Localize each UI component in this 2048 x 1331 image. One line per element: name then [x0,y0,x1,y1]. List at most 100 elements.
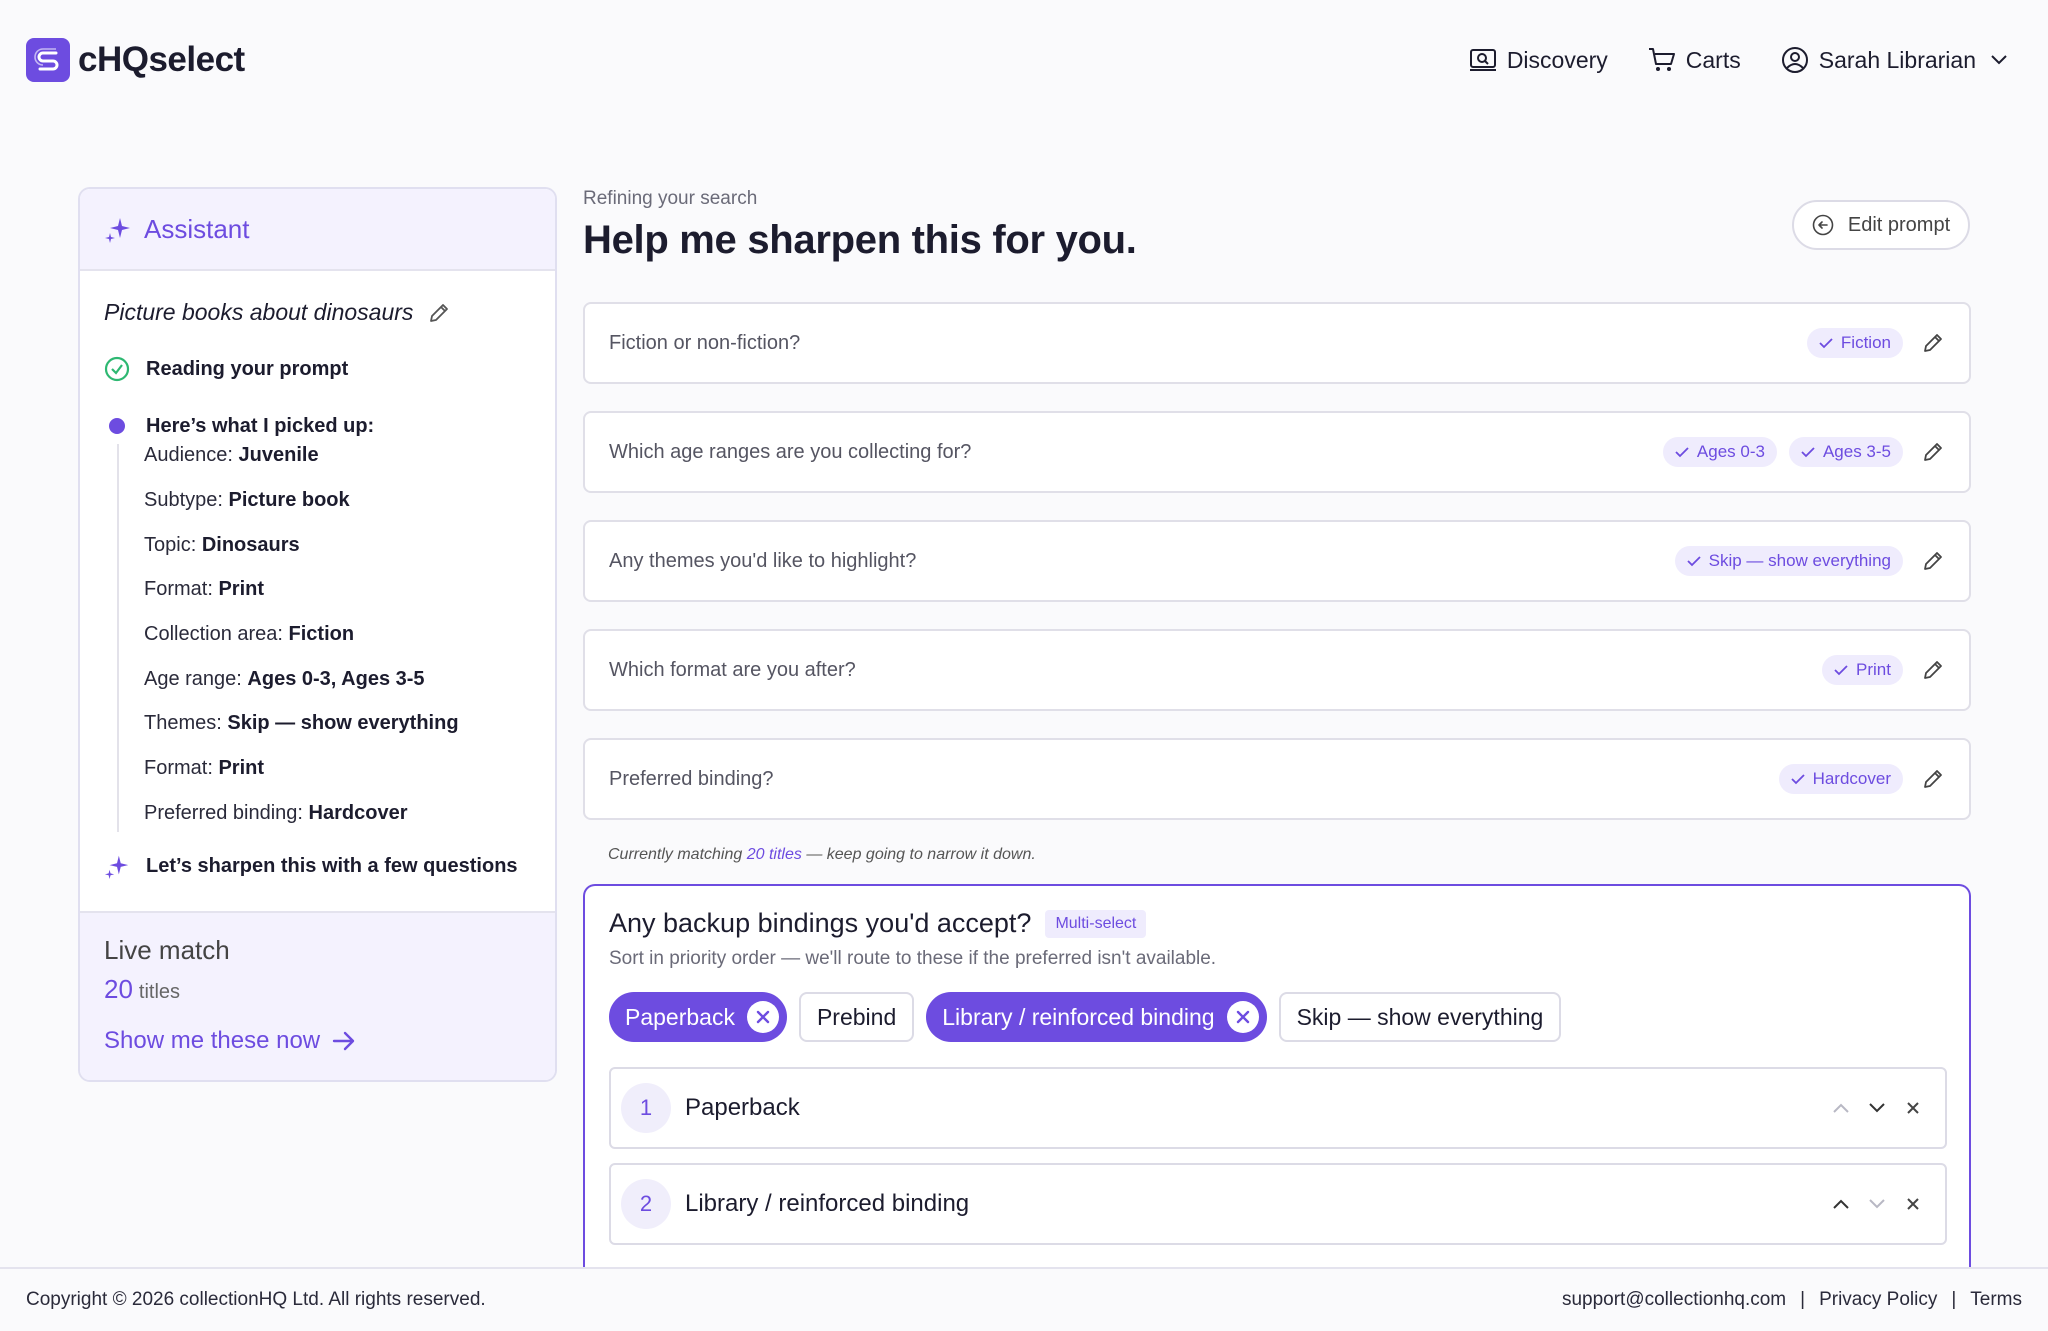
privacy-policy-link[interactable]: Privacy Policy [1819,1289,1937,1311]
edit-pencil-icon[interactable] [1921,658,1945,682]
step-reading: Reading your prompt [104,356,348,382]
chevron-down-icon [1991,55,2007,65]
rank-number: 1 [621,1083,671,1133]
remove-icon[interactable] [746,1001,779,1033]
question-text: Which age ranges are you collecting for? [609,440,972,463]
question-card-format[interactable]: Which format are you after? Print [583,629,1971,711]
answer-chip: Ages 0-3 [1662,437,1777,467]
page-eyebrow: Refining your search [583,188,758,209]
assistant-title: Assistant [144,213,250,244]
picked-list: Audience: Juvenile Subtype: Picture book… [117,444,477,832]
prompt-line: Picture books about dinosaurs [104,299,451,326]
edit-prompt-button[interactable]: Edit prompt [1792,200,1970,250]
option-skip[interactable]: Skip — show everything [1278,992,1562,1042]
check-icon [1675,447,1689,458]
back-circle-icon [1812,214,1834,236]
live-match-unit: titles [138,981,181,1003]
edit-prompt-pencil-icon[interactable] [427,301,451,325]
ranked-item: 1 Paperback [609,1067,1947,1149]
show-results-link[interactable]: Show me these now [104,1027,531,1055]
check-circle-icon [104,356,130,382]
answer-chip: Hardcover [1778,764,1903,794]
user-menu[interactable]: Sarah Librarian [1781,46,2008,74]
rank-number: 2 [621,1179,671,1229]
move-down-icon[interactable] [1859,1090,1895,1126]
nav-carts-label: Carts [1685,46,1741,73]
support-email-link[interactable]: support@collectionhq.com [1562,1289,1786,1311]
picked-item: Audience: Juvenile [144,444,319,466]
step-reading-label: Reading your prompt [146,357,349,380]
active-question-card: Any backup bindings you'd accept? Multi-… [583,884,1971,1331]
footer-separator: | [1951,1289,1957,1310]
question-text: Fiction or non-fiction? [609,331,801,354]
binding-options: Paperback Prebind Library / reinforced b… [609,992,1573,1042]
option-prebind[interactable]: Prebind [798,992,915,1042]
multi-select-badge: Multi-select [1045,909,1147,938]
matching-status: Currently matching 20 titles — keep goin… [608,846,1036,863]
nav-discovery[interactable]: Discovery [1469,47,1608,74]
edit-pencil-icon[interactable] [1921,440,1945,464]
remove-rank-icon[interactable] [1895,1186,1931,1222]
nav-discovery-label: Discovery [1506,46,1608,73]
step-sharpen-label: Let’s sharpen this with a few questions [146,854,518,877]
arrow-right-icon [332,1031,355,1051]
copyright-text: Copyright © 2026 collectionHQ Ltd. All r… [26,1289,486,1310]
app-logo[interactable]: cHQselect [26,38,245,82]
option-library-binding[interactable]: Library / reinforced binding [926,992,1267,1042]
progress-dot-icon [109,418,125,434]
picked-item: Age range: Ages 0-3, Ages 3-5 [144,668,425,690]
picked-item: Format: Print [144,578,265,600]
question-text: Any themes you'd like to highlight? [609,549,917,572]
move-up-icon[interactable] [1823,1186,1859,1222]
picked-item: Themes: Skip — show everything [144,712,459,734]
question-card-age-ranges[interactable]: Which age ranges are you collecting for?… [583,411,1971,493]
live-match-title: Live match [104,935,230,965]
active-question-text: Any backup bindings you'd accept? [609,908,1032,938]
answer-chip: Fiction [1806,328,1903,358]
question-card-themes[interactable]: Any themes you'd like to highlight? Skip… [583,520,1971,602]
live-match-count: 20 titles [104,974,531,1005]
page-footer: Copyright © 2026 collectionHQ Ltd. All r… [0,1267,2048,1331]
picked-item: Subtype: Picture book [144,489,350,511]
page-title: Help me sharpen this for you. [583,218,1137,262]
picked-item: Collection area: Fiction [144,623,355,645]
question-card-binding[interactable]: Preferred binding? Hardcover [583,738,1971,820]
assistant-body: Picture books about dinosaurs Reading yo… [80,271,555,911]
assistant-header: Assistant [80,189,555,271]
ranked-item: 2 Library / reinforced binding [609,1163,1947,1245]
answer-chip: Print [1822,655,1903,685]
remove-rank-icon[interactable] [1895,1090,1931,1126]
active-question-subtitle: Sort in priority order — we'll route to … [609,948,1217,969]
check-icon [1834,665,1848,676]
live-match-number: 20 [104,974,133,1004]
option-paperback[interactable]: Paperback [609,992,787,1042]
nav-carts[interactable]: Carts [1648,47,1741,74]
move-down-icon[interactable] [1859,1186,1895,1222]
rank-label: Paperback [685,1094,800,1121]
check-icon [1686,556,1701,567]
sparkle-icon [104,855,129,879]
edit-pencil-icon[interactable] [1921,331,1945,355]
move-up-icon[interactable] [1823,1090,1859,1126]
check-icon [1819,338,1833,349]
question-text: Which format are you after? [609,658,856,681]
remove-icon[interactable] [1226,1001,1259,1033]
user-avatar-icon [1781,47,1808,73]
prompt-text: Picture books about dinosaurs [104,299,414,325]
step-sharpen: Let’s sharpen this with a few questions [104,853,518,879]
edit-pencil-icon[interactable] [1921,767,1945,791]
check-icon [1801,447,1815,458]
question-card-fiction[interactable]: Fiction or non-fiction? Fiction [583,302,1971,384]
user-name: Sarah Librarian [1818,46,1976,73]
edit-pencil-icon[interactable] [1921,549,1945,573]
top-header: cHQselect Discovery Carts Sarah Libraria… [0,0,2048,120]
picked-item: Format: Print [144,757,265,779]
matching-count: 20 titles [746,846,802,863]
logo-mark-icon [26,38,70,82]
sparkle-icon [105,218,130,243]
edit-prompt-label: Edit prompt [1847,213,1951,236]
discovery-icon [1469,49,1496,71]
logo-text: cHQselect [78,40,245,79]
footer-separator: | [1800,1289,1806,1310]
terms-link[interactable]: Terms [1970,1289,2022,1311]
